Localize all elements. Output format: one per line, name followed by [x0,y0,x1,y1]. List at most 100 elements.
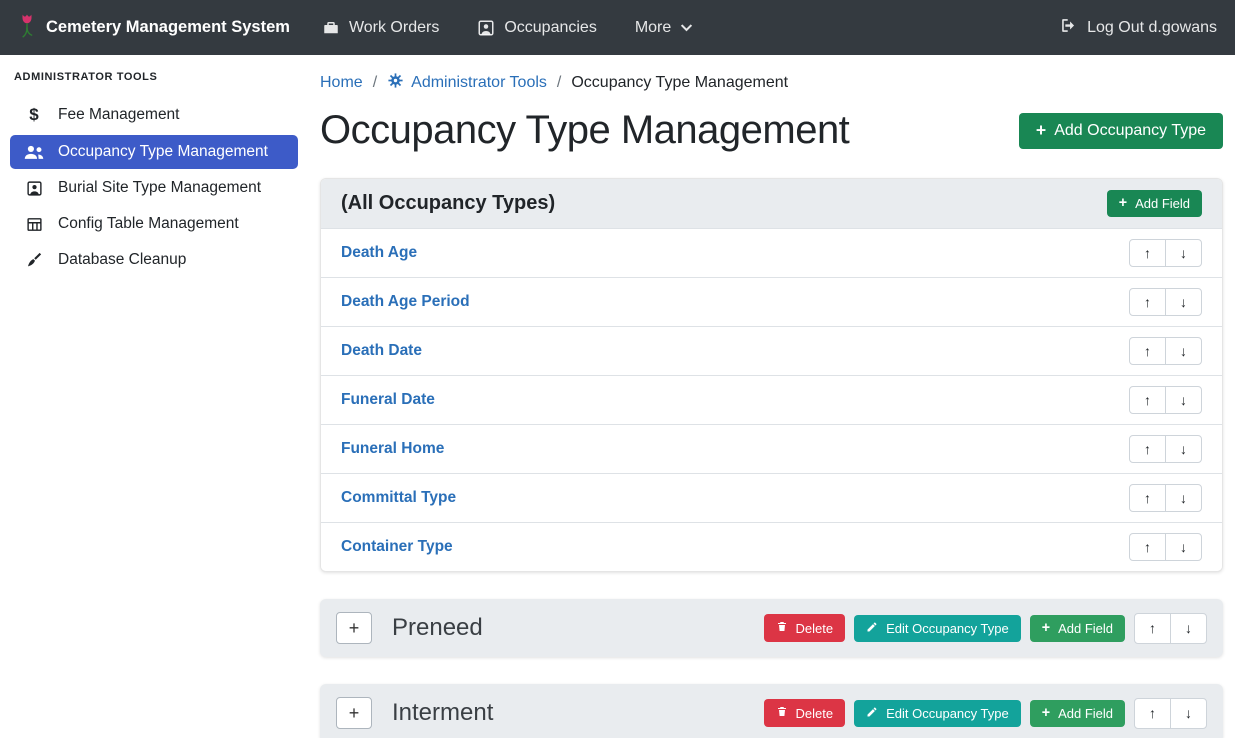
breadcrumb-separator: / [373,74,377,92]
sidebar-item-burial-site-type-management[interactable]: Burial Site Type Management [10,171,298,205]
arrow-down-icon: ↓ [1180,245,1187,261]
move-down-button[interactable]: ↓ [1165,484,1202,512]
nav-more[interactable]: More [635,19,693,37]
edit-occupancy-type-label: Edit Occupancy Type [886,706,1009,721]
sidebar-heading: ADMINISTRATOR TOOLS [0,61,308,95]
portrait-icon [23,180,45,197]
move-down-button[interactable]: ↓ [1165,386,1202,414]
add-occupancy-type-button[interactable]: + Add Occupancy Type [1019,113,1223,149]
field-row: Death Date ↑ ↓ [321,326,1222,375]
reorder-controls: ↑ ↓ [1129,533,1202,561]
move-down-button[interactable]: ↓ [1165,435,1202,463]
reorder-controls: ↑ ↓ [1129,239,1202,267]
logout-icon [1059,16,1078,40]
move-down-button[interactable]: ↓ [1165,288,1202,316]
add-field-label: Add Field [1058,706,1113,721]
plus-icon: + [349,618,360,639]
move-down-button[interactable]: ↓ [1165,239,1202,267]
move-down-button[interactable]: ↓ [1170,698,1207,729]
delete-button[interactable]: Delete [764,614,846,642]
sidebar-item-config-table-management[interactable]: Config Table Management [10,207,298,241]
add-occupancy-type-label: Add Occupancy Type [1054,122,1206,140]
field-link-committal-type[interactable]: Committal Type [341,489,456,507]
move-up-button[interactable]: ↑ [1129,337,1166,365]
sidebar-item-database-cleanup[interactable]: Database Cleanup [10,243,298,277]
sidebar-item-fee-management[interactable]: $ Fee Management [10,97,298,133]
reorder-controls: ↑ ↓ [1129,386,1202,414]
reorder-controls: ↑ ↓ [1129,337,1202,365]
move-up-button[interactable]: ↑ [1129,239,1166,267]
add-field-button[interactable]: + Add Field [1030,615,1125,642]
move-up-button[interactable]: ↑ [1129,484,1166,512]
field-link-death-age[interactable]: Death Age [341,244,417,262]
section-name: Preneed [392,614,483,642]
field-row: Funeral Home ↑ ↓ [321,424,1222,473]
users-icon [23,144,45,160]
flower-logo-icon [18,12,36,43]
app-brand: Cemetery Management System [18,12,290,43]
breadcrumb-home-link[interactable]: Home [320,74,363,92]
move-up-button[interactable]: ↑ [1129,288,1166,316]
sidebar: ADMINISTRATOR TOOLS $ Fee Management Occ… [0,55,308,738]
field-link-funeral-date[interactable]: Funeral Date [341,391,435,409]
field-link-death-age-period[interactable]: Death Age Period [341,293,470,311]
expand-button[interactable]: + [336,697,372,729]
field-link-container-type[interactable]: Container Type [341,538,453,556]
plus-icon: + [1036,122,1046,140]
move-up-button[interactable]: ↑ [1129,386,1166,414]
arrow-up-icon: ↑ [1144,490,1151,506]
arrow-down-icon: ↓ [1180,441,1187,457]
field-row: Committal Type ↑ ↓ [321,473,1222,522]
edit-occupancy-type-button[interactable]: Edit Occupancy Type [854,700,1021,727]
pencil-icon [866,706,878,721]
move-down-button[interactable]: ↓ [1165,337,1202,365]
arrow-down-icon: ↓ [1180,294,1187,310]
field-link-death-date[interactable]: Death Date [341,342,422,360]
sidebar-item-occupancy-type-management[interactable]: Occupancy Type Management [10,135,298,169]
move-down-button[interactable]: ↓ [1165,533,1202,561]
trash-icon [776,705,788,721]
nav-work-orders[interactable]: Work Orders [322,19,439,37]
field-link-funeral-home[interactable]: Funeral Home [341,440,444,458]
add-field-button[interactable]: + Add Field [1107,190,1202,217]
card-header-title: (All Occupancy Types) [341,192,555,215]
add-field-label: Add Field [1135,196,1190,211]
reorder-controls: ↑ ↓ [1129,288,1202,316]
portrait-icon [477,19,495,37]
plus-icon: + [1042,621,1050,635]
dollar-icon: $ [23,105,45,125]
section-name: Interment [392,699,493,727]
table-icon [23,216,45,233]
breadcrumb-current: Occupancy Type Management [571,74,788,92]
edit-occupancy-type-button[interactable]: Edit Occupancy Type [854,615,1021,642]
move-up-button[interactable]: ↑ [1129,533,1166,561]
add-field-label: Add Field [1058,621,1113,636]
page-title: Occupancy Type Management [320,108,849,153]
nav-more-label: More [635,19,671,37]
add-field-button[interactable]: + Add Field [1030,700,1125,727]
move-up-button[interactable]: ↑ [1134,613,1171,644]
arrow-up-icon: ↑ [1149,620,1156,636]
arrow-down-icon: ↓ [1180,490,1187,506]
move-up-button[interactable]: ↑ [1129,435,1166,463]
expand-button[interactable]: + [336,612,372,644]
breadcrumb-admin-link[interactable]: Administrator Tools [387,72,547,94]
arrow-up-icon: ↑ [1149,705,1156,721]
delete-button[interactable]: Delete [764,699,846,727]
move-up-button[interactable]: ↑ [1134,698,1171,729]
nav-occupancies[interactable]: Occupancies [477,19,597,37]
occupancy-type-section-preneed: + Preneed Delete Edit Occupancy Type [320,599,1223,657]
plus-icon: + [349,703,360,724]
arrow-up-icon: ↑ [1144,343,1151,359]
occupancy-type-section-interment: + Interment Delete Edit Occupancy Type [320,684,1223,738]
sidebar-item-label: Burial Site Type Management [58,179,261,197]
edit-occupancy-type-label: Edit Occupancy Type [886,621,1009,636]
sidebar-item-label: Occupancy Type Management [58,143,268,161]
breadcrumb: Home / [320,55,1223,94]
arrow-up-icon: ↑ [1144,294,1151,310]
chevron-down-icon [680,21,693,34]
logout-button[interactable]: Log Out d.gowans [1059,16,1217,40]
reorder-controls: ↑ ↓ [1134,613,1207,644]
move-down-button[interactable]: ↓ [1170,613,1207,644]
pencil-icon [866,621,878,636]
